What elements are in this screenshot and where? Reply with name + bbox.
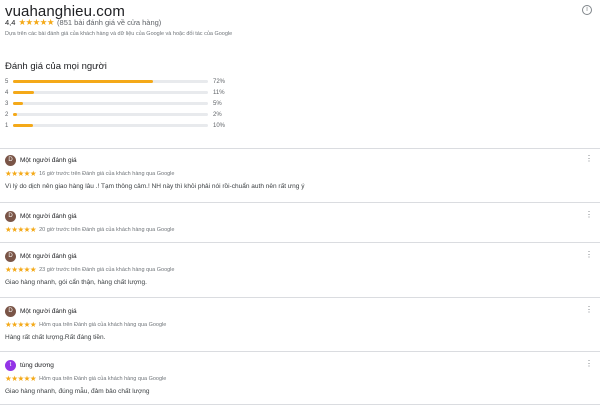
review-meta: 23 giờ trước trên Đánh giá của khách hàn… <box>39 266 175 273</box>
review-meta: Hôm qua trên Đánh giá của khách hàng qua… <box>39 321 167 328</box>
distribution-row: 4 11% <box>5 87 245 98</box>
distribution-bar <box>13 124 208 127</box>
distribution-row: 2 2% <box>5 109 245 120</box>
row-percent: 5% <box>213 100 222 107</box>
rating-stars-icon: ★★★★★ <box>18 17 55 27</box>
more-options-icon[interactable]: ⋮ <box>585 305 593 315</box>
review-meta: 16 giờ trước trên Đánh giá của khách hàn… <box>39 170 175 177</box>
review-item: D Một người đánh giá ⋮ ★★★★★ 23 giờ trướ… <box>5 250 595 286</box>
row-percent: 11% <box>213 89 225 96</box>
avatar[interactable]: D <box>5 305 16 317</box>
divider <box>0 404 600 405</box>
row-percent: 72% <box>213 78 226 85</box>
review-text: Giao hàng nhanh, gói cẩn thận, hàng chất… <box>5 279 147 286</box>
distribution-bar-fill <box>13 102 23 105</box>
info-icon[interactable]: i <box>582 5 592 15</box>
divider <box>0 148 600 149</box>
avatar[interactable]: D <box>5 210 16 222</box>
distribution-bar <box>13 91 208 94</box>
distribution-bar-fill <box>13 113 17 116</box>
avatar[interactable]: D <box>5 250 16 262</box>
row-star-label: 1 <box>5 122 9 129</box>
reviews-count[interactable]: (851 bài đánh giá về cửa hàng) <box>57 18 161 27</box>
distribution-title: Đánh giá của mọi người <box>5 61 107 72</box>
review-stars-icon: ★★★★★ <box>5 320 37 329</box>
more-options-icon[interactable]: ⋮ <box>585 210 593 220</box>
distribution-bar-fill <box>13 124 33 127</box>
row-percent: 10% <box>213 122 226 129</box>
reviewer-name[interactable]: Một người đánh giá <box>20 308 77 315</box>
review-stars-icon: ★★★★★ <box>5 374 37 383</box>
source-note: Dựa trên các bài đánh giá của khách hàng… <box>5 31 233 37</box>
row-percent: 2% <box>213 111 222 118</box>
rating-summary: 4,4 ★★★★★ (851 bài đánh giá về cửa hàng) <box>5 17 161 28</box>
review-item: t tùng dương ⋮ ★★★★★ Hôm qua trên Đánh g… <box>5 359 595 395</box>
distribution-bar <box>13 80 208 83</box>
distribution-row: 1 10% <box>5 120 245 131</box>
more-options-icon[interactable]: ⋮ <box>585 359 593 369</box>
row-star-label: 3 <box>5 100 9 107</box>
distribution-row: 3 5% <box>5 98 245 109</box>
row-star-label: 4 <box>5 89 9 96</box>
review-text: Giao hàng nhanh, đúng mẫu, đảm bảo chất … <box>5 388 150 395</box>
divider <box>0 202 600 203</box>
distribution-bar <box>13 102 208 105</box>
review-item: D Một người đánh giá ⋮ ★★★★★ 16 giờ trướ… <box>5 154 595 190</box>
row-star-label: 2 <box>5 111 9 118</box>
reviewer-name[interactable]: Một người đánh giá <box>20 157 77 164</box>
row-star-label: 5 <box>5 78 9 85</box>
review-meta: Hôm qua trên Đánh giá của khách hàng qua… <box>39 375 167 382</box>
review-meta: 20 giờ trước trên Đánh giá của khách hàn… <box>39 226 175 233</box>
distribution-bar <box>13 113 208 116</box>
distribution-bar-fill <box>13 91 35 94</box>
review-text: Hàng rất chất lượng.Rất đáng tiền. <box>5 334 106 341</box>
distribution-bar-fill <box>13 80 154 83</box>
divider <box>0 351 600 352</box>
avatar[interactable]: D <box>5 154 16 166</box>
reviewer-name[interactable]: tùng dương <box>20 362 54 369</box>
divider <box>0 242 600 243</box>
avatar[interactable]: t <box>5 359 16 371</box>
rating-distribution: 5 72% 4 11% 3 5% 2 2% 1 10% <box>5 76 245 131</box>
more-options-icon[interactable]: ⋮ <box>585 154 593 164</box>
rating-value: 4,4 <box>5 18 16 27</box>
more-options-icon[interactable]: ⋮ <box>585 250 593 260</box>
review-stars-icon: ★★★★★ <box>5 169 37 178</box>
reviewer-name[interactable]: Một người đánh giá <box>20 253 77 260</box>
reviewer-name[interactable]: Một người đánh giá <box>20 213 77 220</box>
review-text: Vì lý do dịch nên giao hàng lâu .! Tạm t… <box>5 183 305 190</box>
review-item: D Một người đánh giá ⋮ ★★★★★ 20 giờ trướ… <box>5 210 595 234</box>
distribution-row: 5 72% <box>5 76 245 87</box>
review-stars-icon: ★★★★★ <box>5 225 37 234</box>
review-item: D Một người đánh giá ⋮ ★★★★★ Hôm qua trê… <box>5 305 595 341</box>
review-stars-icon: ★★★★★ <box>5 265 37 274</box>
divider <box>0 297 600 298</box>
